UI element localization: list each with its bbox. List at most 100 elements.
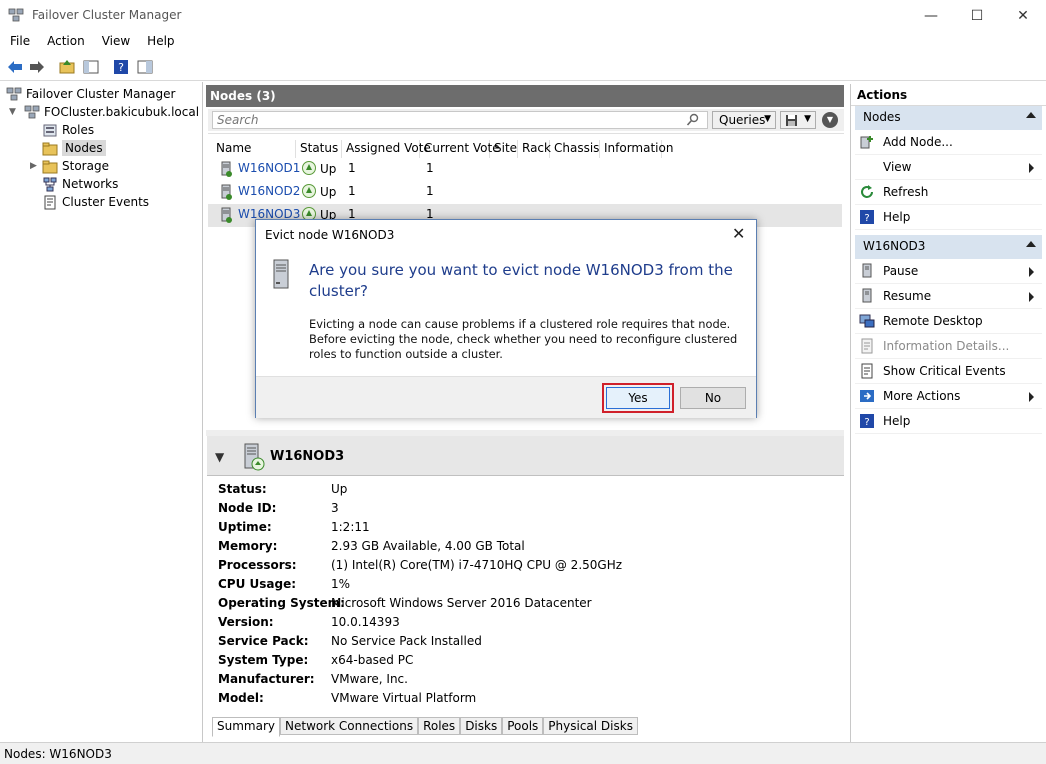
menu-view[interactable]: View [92, 31, 137, 53]
maximize-button[interactable]: ☐ [954, 0, 1000, 31]
navigation-tree: Failover Cluster Manager ▼ FOCluster.bak… [0, 82, 203, 742]
show-hide-tree-icon[interactable] [82, 58, 100, 76]
tree-item-storage[interactable]: Storage [42, 157, 109, 175]
dropdown-arrow-icon: ▼ [804, 114, 811, 124]
status-bar: Nodes: W16NOD3 [0, 742, 1046, 764]
tree-item-roles[interactable]: Roles [42, 121, 94, 139]
dialog-footer: Yes No [256, 376, 756, 418]
action-remote-desktop[interactable]: Remote Desktop [855, 309, 1042, 334]
tab-pools[interactable]: Pools [502, 717, 544, 735]
actions-pane: Actions Nodes Add Node... View Refresh ?… [850, 84, 1046, 742]
help-icon: ? [860, 210, 874, 224]
queries-button[interactable]: Queries ▼ [712, 111, 776, 129]
menu-action[interactable]: Action [37, 31, 92, 53]
actions-section-nodes[interactable]: Nodes [855, 106, 1042, 130]
tree-item-cluster-events[interactable]: Cluster Events [42, 193, 149, 211]
table-row[interactable]: W16NOD1 Up 1 1 [208, 158, 842, 181]
tree-root[interactable]: Failover Cluster Manager [6, 85, 175, 103]
submenu-arrow-icon [1029, 267, 1034, 277]
column-header[interactable]: Status [296, 140, 342, 158]
add-node-icon [860, 136, 873, 149]
save-query-button[interactable]: ▼ [780, 111, 816, 129]
column-header[interactable]: Chassis [550, 140, 600, 158]
dialog-close-icon[interactable]: ✕ [732, 224, 745, 243]
pause-node-icon [862, 263, 872, 278]
server-icon [221, 207, 232, 223]
action-information-details[interactable]: Information Details... [855, 334, 1042, 359]
menu-file[interactable]: File [0, 31, 37, 53]
status-up-icon [302, 184, 316, 198]
column-header[interactable]: Name [212, 140, 296, 158]
column-header[interactable]: Site [490, 140, 518, 158]
expand-chevron-icon[interactable]: ▶ [30, 161, 37, 171]
current-vote: 1 [426, 161, 434, 175]
cluster-manager-icon [6, 87, 22, 100]
status-up-icon [302, 161, 316, 175]
detail-header: ▼ W16NOD3 [207, 436, 844, 476]
column-header[interactable]: Assigned Vote [342, 140, 431, 158]
more-actions-icon [860, 390, 874, 402]
help-icon: ? [860, 414, 874, 428]
collapse-chevron-icon[interactable]: ▼ [215, 450, 224, 464]
tree-cluster[interactable]: FOCluster.bakicubuk.local [24, 103, 199, 121]
action-show-critical-events[interactable]: Show Critical Events [855, 359, 1042, 384]
networks-icon [43, 177, 57, 191]
title-bar: Failover Cluster Manager — ☐ ✕ [0, 0, 1046, 31]
show-hide-actions-icon[interactable] [136, 58, 154, 76]
tree-item-nodes[interactable]: Nodes [42, 139, 106, 157]
yes-button[interactable]: Yes [602, 383, 674, 413]
dialog-title: Evict node W16NOD3 [265, 228, 395, 242]
menu-bar: File Action View Help [0, 31, 1046, 53]
no-button[interactable]: No [680, 387, 746, 409]
menu-help[interactable]: Help [137, 31, 181, 53]
action-view[interactable]: View [855, 155, 1042, 180]
actions-title: Actions [851, 84, 1046, 106]
assigned-vote: 1 [348, 184, 356, 198]
action-refresh[interactable]: Refresh [855, 180, 1042, 205]
current-vote: 1 [426, 184, 434, 198]
tab-physical-disks[interactable]: Physical Disks [543, 717, 638, 735]
submenu-arrow-icon [1029, 392, 1034, 402]
action-resume[interactable]: Resume [855, 284, 1042, 309]
table-row[interactable]: W16NOD2 Up 1 1 [208, 181, 842, 204]
minimize-button[interactable]: — [908, 0, 954, 31]
column-header[interactable]: Rack [518, 140, 551, 158]
search-input[interactable]: Search [212, 111, 708, 129]
submenu-arrow-icon [1029, 163, 1034, 173]
tab-disks[interactable]: Disks [460, 717, 503, 735]
tree-item-networks[interactable]: Networks [42, 175, 118, 193]
collapse-chevron-icon[interactable]: ▼ [822, 112, 838, 128]
status-up: Up [302, 161, 336, 176]
up-folder-icon[interactable] [58, 58, 76, 76]
help-icon[interactable]: ? [112, 58, 130, 76]
actions-section-node[interactable]: W16NOD3 [855, 235, 1042, 259]
action-add-node[interactable]: Add Node... [855, 130, 1042, 155]
action-help[interactable]: ? Help [855, 205, 1042, 230]
collapse-triangle-icon [1026, 112, 1036, 118]
action-more-actions[interactable]: More Actions [855, 384, 1042, 409]
close-button[interactable]: ✕ [1000, 0, 1046, 31]
tab-roles[interactable]: Roles [418, 717, 461, 735]
server-large-icon [244, 443, 265, 471]
detail-title: W16NOD3 [270, 449, 345, 464]
evict-node-dialog: Evict node W16NOD3 ✕ Are you sure you wa… [255, 219, 757, 418]
remote-desktop-icon [859, 314, 875, 328]
information-details-icon [861, 338, 873, 354]
action-help-node[interactable]: ? Help [855, 409, 1042, 434]
assigned-vote: 1 [348, 161, 356, 175]
expand-chevron-icon[interactable]: ▼ [9, 107, 16, 117]
tab-summary[interactable]: Summary [212, 717, 280, 737]
forward-arrow-icon[interactable] [28, 58, 46, 76]
dropdown-arrow-icon: ▼ [764, 114, 771, 124]
svg-text:?: ? [864, 417, 869, 428]
search-icon[interactable] [686, 113, 700, 127]
tab-network-connections[interactable]: Network Connections [280, 717, 419, 735]
storage-icon [42, 160, 58, 173]
cluster-app-icon [8, 8, 24, 22]
column-header[interactable]: Current Vote [420, 140, 500, 158]
action-pause[interactable]: Pause [855, 259, 1042, 284]
back-arrow-icon[interactable] [6, 58, 24, 76]
column-header[interactable]: Information [600, 140, 673, 158]
resume-node-icon [862, 288, 872, 303]
refresh-icon [861, 185, 873, 198]
